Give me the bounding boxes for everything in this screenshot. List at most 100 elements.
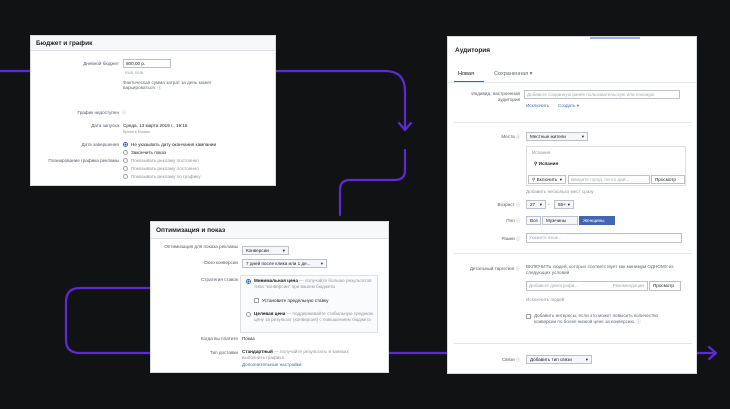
add-many-link[interactable]: Добавить несколько мест сразу [526,189,594,194]
end-option-1-label: Не указывать дату окончания кампании [131,142,217,147]
end-date-label: Дата завершения [81,142,119,147]
connections-label: Связи ⓘ [501,357,520,362]
daily-budget-label: Дневной бюджет [83,61,119,66]
country-header: Испания [532,150,551,155]
bid-limit-label: Установите предельную ставку [262,298,329,303]
location-search-input[interactable]: Введите город, почто дай ... [568,175,650,184]
include-dropdown[interactable]: ⚲ Включить ▾ [528,175,566,184]
exclude-link[interactable]: Исключить [526,103,549,108]
start-date-value[interactable]: Среда, 13 марта 2019 г., 19:16 [123,123,187,128]
age-to-dropdown[interactable]: 65+ ▾ [554,200,574,209]
languages-input[interactable]: Укажите язык... [526,233,682,243]
recommendations-value: Рекомендации [612,283,644,288]
tab-new[interactable]: Новая [458,71,474,77]
include-value: Включить [536,177,558,182]
languages-label: Языки ⓘ [501,236,520,241]
conversion-window-label: Окно конверсии [203,260,238,265]
optimization-panel: Оптимизация и показ Оптимизация для пока… [150,221,389,373]
end-option-2-radio[interactable] [123,150,128,155]
age-from-dropdown[interactable]: 27 ▾ [526,200,546,209]
plan-option-1-radio[interactable] [123,166,128,171]
info-icon[interactable]: ⓘ [157,85,161,90]
create-link[interactable]: Создать ▾ [558,103,579,109]
section-divider [454,122,692,123]
plan-option-1-label: Показывать рекламу постоянно [131,166,199,171]
daily-budget-input[interactable]: 800,00 р. [123,59,171,68]
expand-interests-label: Добавить интересы, если это может повыси… [534,313,659,324]
age-dash: - [548,202,550,207]
budget-panel: Бюджет и график Дневной бюджет 800,00 р.… [30,35,276,186]
exclude-people-link[interactable]: Исключить людей [526,297,564,302]
chevron-down-icon: ▾ [581,134,584,139]
detailed-targeting-input[interactable]: Добавьте демографи... Рекомендации [526,281,648,291]
chevron-down-icon: ▾ [539,202,542,207]
conversion-window-value: 7 дней после клика или 1 де... [246,261,311,266]
places-value: Местные жители [530,134,566,139]
optimization-label: Оптимизация для показа рекламы [164,244,238,249]
strategy-target-cost-radio[interactable] [246,312,251,317]
info-icon[interactable]: ⓘ [516,236,520,241]
tab-saved-label: Сохраненная [494,71,529,77]
country-item: ⚲ Испания [534,161,559,166]
schedule-label: График недоступен [77,110,119,115]
section-divider [454,343,692,344]
plan-label: Планирование графика рекламы [48,158,119,163]
detailed-placeholder: Добавьте демографи... [529,283,579,288]
info-icon[interactable]: ⓘ [516,134,520,139]
strategy-min-cost-radio[interactable] [246,279,251,284]
optimization-dropdown[interactable]: Конверсии ▾ [242,246,289,255]
delivery-more-link[interactable]: Дополнительные настройки [242,362,301,367]
schedule-info-icon[interactable]: ⓘ [122,110,126,116]
optimization-value: Конверсии [246,248,269,253]
create-label: Создать [558,103,576,108]
info-icon[interactable]: ⓘ [516,202,520,207]
age-from-value: 27 [530,202,536,207]
location-browse-button[interactable]: Просмотр [651,175,685,184]
daily-note: Фактическая сумма затрат за день может в… [123,80,212,90]
gender-label: Пол ⓘ [506,218,520,223]
delivery-value: Стандартный — получайте результаты в зая… [242,349,349,360]
panel-title: Аудитория [448,37,696,61]
end-option-3-radio[interactable] [123,158,128,163]
gender-male-button[interactable]: Мужчины [542,216,578,225]
tab-saved[interactable]: Сохраненная ▾ [494,71,532,77]
pin-icon: ⚲ [534,161,538,166]
pay-label: Когда вы платите [200,336,238,341]
panel-top-accent [590,37,640,39]
plan-option-2-radio[interactable] [123,174,128,179]
chevron-down-icon: ▾ [529,71,533,77]
info-icon[interactable]: ⓘ [516,266,520,271]
delivery-label: Тип доставки [209,350,238,355]
currency-note: RUB, RUB [125,71,144,75]
panel-title: Бюджет и график [31,36,275,51]
end-option-2-label: Закончить показ [131,150,166,155]
custom-audience-input[interactable]: Добавьте созданную ранее пользовательску… [524,90,680,99]
strategy-min-cost-text: Минимальная цена — получайте больше резу… [254,278,372,289]
connections-value: Добавить тип связи [530,357,572,362]
strategy-label: Стратегия ставок [201,277,238,282]
chevron-down-icon: ▾ [320,261,323,266]
section-divider [454,253,692,254]
info-icon[interactable]: ⓘ [636,319,640,324]
panel-title: Оптимизация и показ [151,222,388,239]
strategy-target-cost-text: Целевая цена — поддерживайте стабильную … [254,311,374,322]
chevron-down-icon: ▾ [282,248,285,253]
start-date-label: Дата запуска [91,123,119,128]
audience-panel: Аудитория Новая Сохраненная ▾ Индивид. н… [447,36,697,374]
expand-interests-checkbox[interactable] [526,314,531,319]
age-label: Возраст ⓘ [497,202,520,207]
connections-dropdown[interactable]: Добавить тип связи ▾ [526,355,592,364]
bid-limit-checkbox[interactable] [254,298,259,303]
gender-female-button[interactable]: Женщины [579,216,615,225]
places-dropdown[interactable]: Местные жители ▾ [526,132,588,141]
info-icon[interactable]: ⓘ [516,357,520,362]
chevron-down-icon: ▾ [567,202,570,207]
gender-all-button[interactable]: Все [526,216,541,225]
end-option-1-radio[interactable] [123,142,128,147]
conversion-window-dropdown[interactable]: 7 дней после клика или 1 де... ▾ [242,259,327,268]
tabs-divider [448,82,696,83]
info-icon[interactable]: ⓘ [516,218,520,223]
detailed-browse-button[interactable]: Просмотр [649,281,681,291]
start-date-timezone: Время в Москве [123,130,150,134]
end-option-3-label: Показывать рекламу постоянно [131,158,199,163]
